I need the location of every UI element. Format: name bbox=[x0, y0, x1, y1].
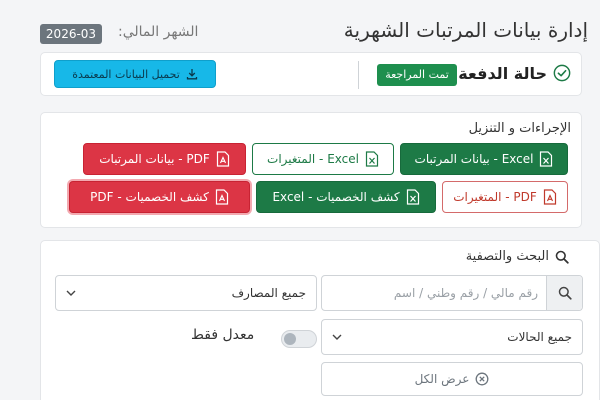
export-payroll-excel-button[interactable]: Excel - بيانات المرتبات bbox=[400, 143, 568, 175]
button-label: PDF - المتغيرات bbox=[453, 190, 537, 204]
button-label: PDF - بيانات المرتبات bbox=[99, 152, 210, 166]
export-variables-excel-button[interactable]: Excel - المتغيرات bbox=[252, 143, 394, 175]
toggle-knob bbox=[284, 333, 296, 345]
pdf-file-icon bbox=[215, 189, 228, 205]
bank-select[interactable]: جميع المصارف bbox=[55, 275, 317, 311]
check-circle-icon bbox=[553, 64, 571, 82]
fiscal-month-label: الشهر المالي: bbox=[118, 24, 199, 40]
button-label: Excel - المتغيرات bbox=[267, 152, 359, 166]
adjusted-only-label: معدل فقط bbox=[191, 327, 255, 343]
actions-title: الإجراءات و التنزيل bbox=[468, 121, 571, 136]
excel-file-icon bbox=[540, 151, 553, 167]
payment-status-label: حالة الدفعة: bbox=[451, 64, 547, 83]
excel-file-icon bbox=[365, 151, 379, 167]
actions-card: الإجراءات و التنزيل Excel - بيانات المرت… bbox=[40, 112, 582, 228]
export-deductions-excel-button[interactable]: كشف الخصميات - Excel bbox=[256, 181, 436, 213]
search-title-label: البحث والتصفية bbox=[465, 249, 549, 264]
search-input[interactable] bbox=[332, 282, 538, 304]
show-all-label: عرض الكل bbox=[414, 372, 470, 386]
payment-status-card: حالة الدفعة: تمت المراجعة تحميل البيانات… bbox=[40, 52, 582, 96]
button-label: كشف الخصميات - Excel bbox=[272, 190, 400, 204]
button-label: كشف الخصميات - PDF bbox=[90, 190, 209, 204]
chevron-down-icon bbox=[332, 334, 342, 340]
search-icon bbox=[555, 250, 569, 264]
chevron-down-icon bbox=[66, 290, 76, 296]
status-badge: تمت المراجعة bbox=[377, 64, 457, 86]
button-label: Excel - بيانات المرتبات bbox=[414, 152, 534, 166]
page-title: إدارة بيانات المرتبات الشهرية bbox=[343, 18, 588, 42]
export-payroll-pdf-button[interactable]: PDF - بيانات المرتبات bbox=[83, 143, 246, 175]
close-circle-icon bbox=[475, 372, 489, 386]
search-button[interactable] bbox=[546, 276, 582, 310]
download-button-label: تحميل البيانات المعتمدة bbox=[72, 67, 180, 81]
pdf-file-icon bbox=[216, 151, 229, 167]
search-field bbox=[321, 275, 583, 311]
status-select-value: جميع الحالات bbox=[507, 330, 572, 344]
export-deductions-pdf-button[interactable]: كشف الخصميات - PDF bbox=[69, 181, 250, 213]
search-filter-card: البحث والتصفية جميع المصارف جميع الحالات… bbox=[40, 240, 600, 400]
export-variables-pdf-button[interactable]: PDF - المتغيرات bbox=[442, 181, 568, 213]
fiscal-month-badge: 2026-03 bbox=[40, 24, 102, 44]
adjusted-only-toggle[interactable] bbox=[281, 330, 317, 348]
download-approved-data-button[interactable]: تحميل البيانات المعتمدة bbox=[54, 60, 216, 88]
pdf-file-icon bbox=[543, 189, 556, 205]
status-select[interactable]: جميع الحالات bbox=[321, 319, 583, 355]
show-all-button[interactable]: عرض الكل bbox=[321, 362, 583, 396]
search-section-title: البحث والتصفية bbox=[466, 249, 569, 264]
bank-select-value: جميع المصارف bbox=[231, 286, 306, 300]
download-icon bbox=[186, 69, 197, 80]
divider bbox=[358, 61, 359, 89]
excel-file-icon bbox=[406, 189, 419, 205]
search-icon bbox=[558, 286, 572, 300]
